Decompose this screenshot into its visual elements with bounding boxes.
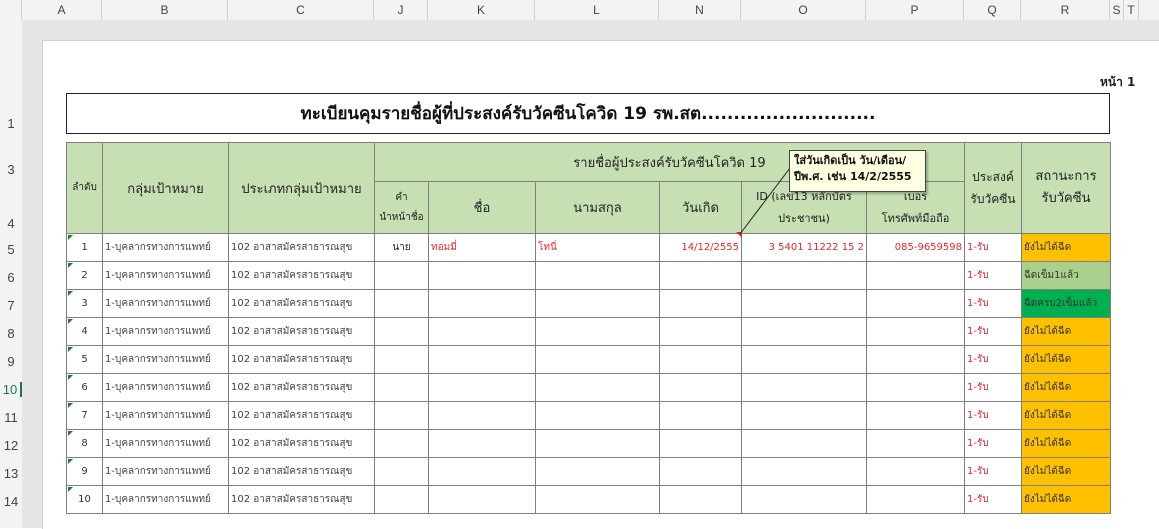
comment-arrow-layer xyxy=(739,167,791,235)
error-indicator-icon xyxy=(67,458,73,464)
error-indicator-icon xyxy=(67,402,73,408)
error-indicator-icon xyxy=(67,234,73,240)
comment-line1: ใส่วันเกิดเป็น วัน/เดือน/ xyxy=(794,154,907,167)
error-indicator-icon xyxy=(67,486,73,492)
error-indicator-icon xyxy=(67,430,73,436)
error-indicator-icon xyxy=(67,262,73,268)
error-indicator-icon xyxy=(67,374,73,380)
comment-line2: ปีพ.ศ. เช่น 14/2/2555 xyxy=(794,170,912,183)
error-indicator-icon xyxy=(67,318,73,324)
error-indicator-icon xyxy=(67,290,73,296)
error-indicator-icon xyxy=(67,346,73,352)
comment-arrow-line xyxy=(739,167,791,235)
cell-comment-note[interactable]: ใส่วันเกิดเป็น วัน/เดือน/ ปีพ.ศ. เช่น 14… xyxy=(789,150,926,192)
